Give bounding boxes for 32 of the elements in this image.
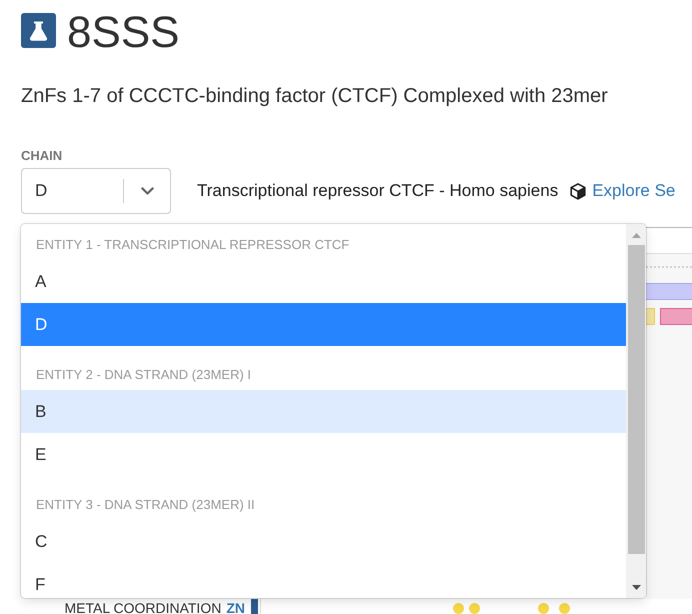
circle-marker-icon xyxy=(538,603,549,614)
feature-bar xyxy=(646,308,655,325)
chain-select[interactable]: D xyxy=(21,168,171,214)
dropdown-option[interactable]: D xyxy=(21,303,626,346)
entity-description: Transcriptional repressor CTCF - Homo sapiens xyxy=(197,181,558,201)
group-heading: ENTITY 3 - DNA STRAND (23MER) II xyxy=(35,496,256,514)
feature-bar xyxy=(660,308,692,325)
ligand-link[interactable]: ZN xyxy=(226,601,245,614)
group-heading: ENTITY 2 - DNA STRAND (23MER) I xyxy=(35,366,252,384)
explore-link[interactable]: Explore Se xyxy=(592,181,676,201)
dropdown-option[interactable]: A xyxy=(21,260,626,303)
dropdown-option[interactable]: B xyxy=(21,390,626,433)
page-title: 8SSS xyxy=(67,11,180,55)
track-bar xyxy=(251,599,258,614)
circle-marker-icon xyxy=(559,603,570,614)
flask-icon xyxy=(21,13,56,48)
feature-bar xyxy=(646,283,692,300)
chevron-down-icon[interactable] xyxy=(140,187,154,195)
scroll-down-icon[interactable] xyxy=(632,585,640,590)
group-heading: ENTITY 1 - TRANSCRIPTIONAL REPRESSOR CTCF xyxy=(35,236,350,254)
dropdown-option[interactable]: C xyxy=(21,520,626,563)
annotation-label: METAL COORDINATION xyxy=(64,601,222,614)
field-label: CHAIN xyxy=(21,148,62,164)
scrollbar-thumb[interactable] xyxy=(628,245,644,554)
dropdown-option[interactable]: F xyxy=(21,563,626,598)
scroll-up-icon[interactable] xyxy=(632,233,640,238)
scrollbar[interactable] xyxy=(626,224,646,598)
dropdown-option[interactable]: E xyxy=(21,433,626,476)
cube-icon xyxy=(570,182,586,200)
circle-marker-icon xyxy=(453,603,464,614)
structure-subtitle: ZnFs 1-7 of CCCTC-binding factor (CTCF) Complexed with 23mer xyxy=(21,84,609,108)
circle-marker-icon xyxy=(469,603,480,614)
